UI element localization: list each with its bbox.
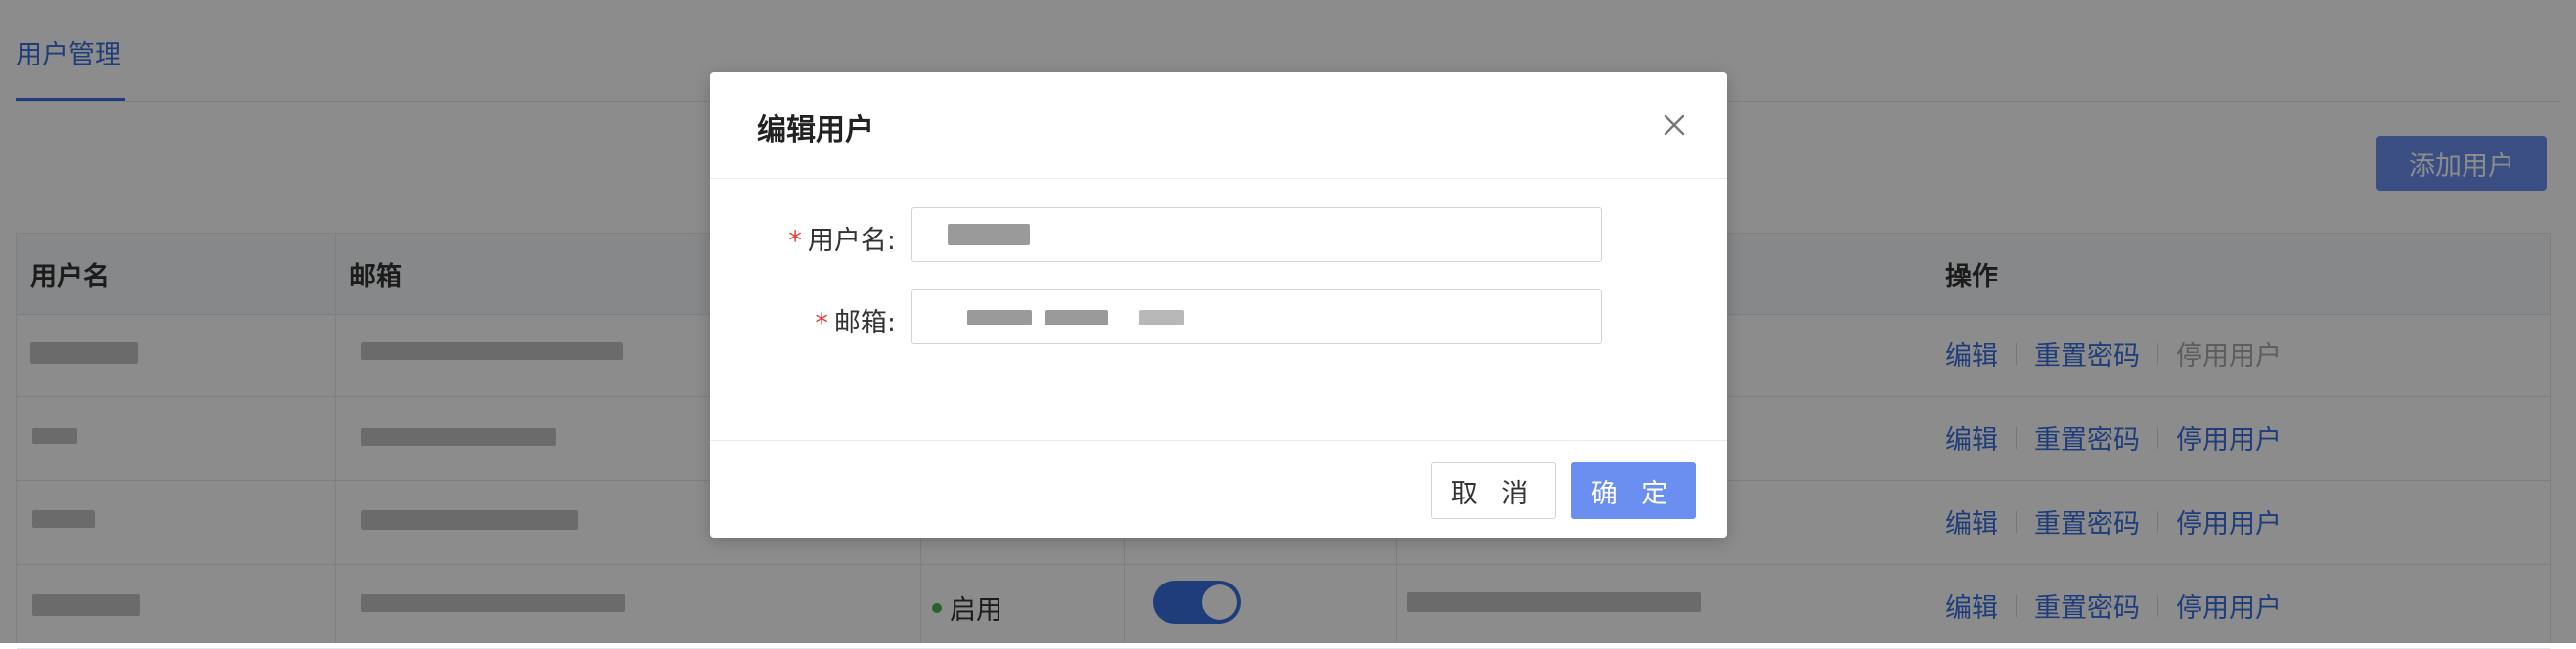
required-mark: *: [815, 308, 828, 338]
username-label: * 用户名:: [788, 219, 896, 257]
email-label-text: 邮箱: [833, 308, 887, 338]
username-value-redacted: [948, 224, 1030, 245]
confirm-button[interactable]: 确 定: [1571, 462, 1696, 519]
username-form-row: * 用户名:: [710, 207, 1727, 266]
dialog-footer: 取 消 确 定: [710, 440, 1727, 539]
cancel-button[interactable]: 取 消: [1431, 462, 1556, 519]
label-colon: :: [886, 226, 896, 256]
email-value-redacted: [1139, 310, 1184, 325]
email-input[interactable]: [911, 289, 1602, 344]
close-button[interactable]: [1657, 108, 1692, 143]
email-value-redacted: [1045, 310, 1108, 325]
required-mark: *: [788, 226, 802, 256]
label-colon: :: [886, 308, 896, 338]
username-label-text: 用户名: [807, 226, 887, 256]
edit-user-dialog: 编辑用户 *用户名: *用户名: *邮箱:: [710, 72, 1727, 538]
dialog-header: 编辑用户: [710, 72, 1727, 179]
email-value-redacted: [967, 310, 1032, 325]
email-label: * 邮箱:: [815, 301, 896, 339]
close-icon: [1664, 114, 1685, 136]
username-input[interactable]: [911, 207, 1602, 262]
dialog-title: 编辑用户: [757, 113, 874, 148]
email-form-row: * 邮箱:: [710, 289, 1727, 348]
